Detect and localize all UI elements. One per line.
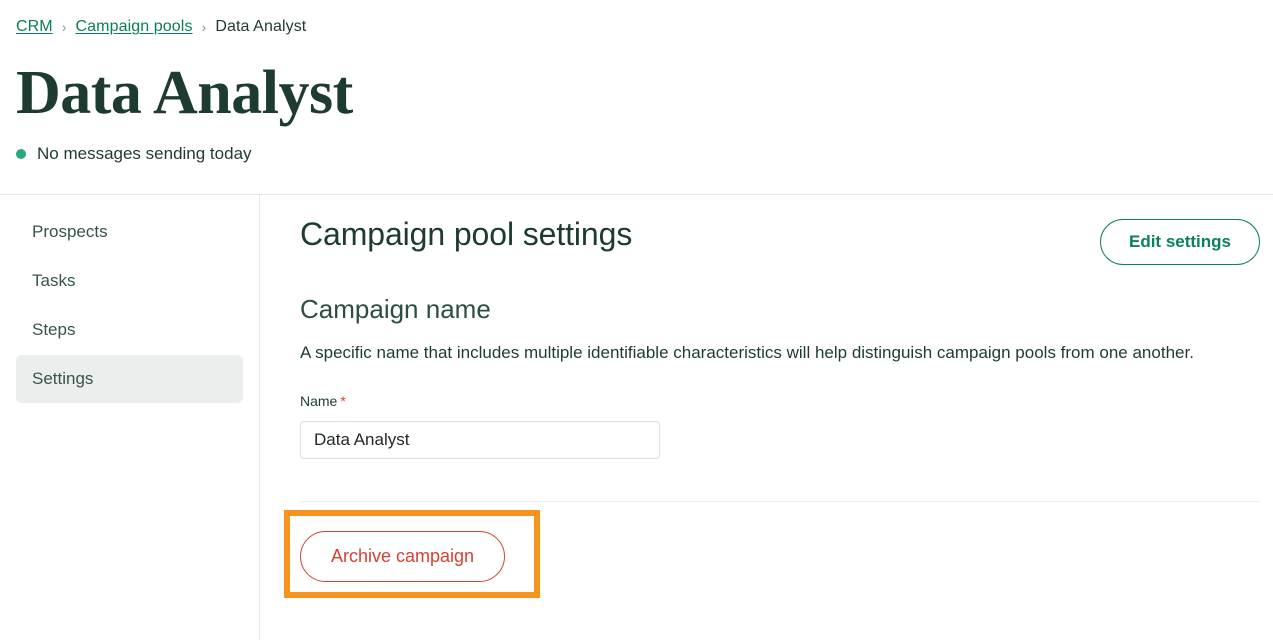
breadcrumb-item-campaign-pools[interactable]: Campaign pools xyxy=(76,17,193,37)
sidebar: Prospects Tasks Steps Settings xyxy=(0,195,260,640)
body-area: Prospects Tasks Steps Settings Campaign … xyxy=(0,194,1273,640)
name-field-label: Name * xyxy=(300,393,346,409)
sidebar-item-label: Steps xyxy=(32,320,76,339)
sidebar-item-label: Prospects xyxy=(32,222,108,241)
name-label-text: Name xyxy=(300,393,338,409)
status-text: No messages sending today xyxy=(37,144,252,163)
breadcrumb-separator-icon: › xyxy=(61,19,67,35)
breadcrumb: CRM › Campaign pools › Data Analyst xyxy=(16,0,1257,37)
breadcrumb-item-current: Data Analyst xyxy=(215,18,307,35)
breadcrumb-item-crm[interactable]: CRM xyxy=(16,17,53,37)
section-title: Campaign pool settings xyxy=(300,216,633,252)
page-title: Data Analyst xyxy=(16,59,353,127)
sidebar-item-label: Settings xyxy=(32,369,94,388)
subsection-title: Campaign name xyxy=(300,294,491,324)
sidebar-item-prospects[interactable]: Prospects xyxy=(16,208,243,256)
archive-section: Archive campaign xyxy=(284,510,1260,598)
status-dot-icon xyxy=(16,149,26,159)
status-line: No messages sending today xyxy=(16,143,1257,165)
breadcrumb-separator-icon: › xyxy=(201,19,207,35)
sidebar-item-tasks[interactable]: Tasks xyxy=(16,257,243,305)
section-divider xyxy=(300,501,1260,502)
page-header: CRM › Campaign pools › Data Analyst Data… xyxy=(0,0,1273,194)
required-marker: * xyxy=(340,393,346,409)
help-text: A specific name that includes multiple i… xyxy=(300,343,1194,362)
sidebar-item-settings[interactable]: Settings xyxy=(16,355,243,403)
edit-settings-button[interactable]: Edit settings xyxy=(1099,219,1260,265)
content-header: Campaign pool settings Edit settings xyxy=(300,214,1260,265)
sidebar-item-steps[interactable]: Steps xyxy=(16,306,243,354)
sidebar-item-label: Tasks xyxy=(32,271,76,290)
archive-campaign-button[interactable]: Archive campaign xyxy=(300,531,506,582)
name-input[interactable] xyxy=(300,421,660,459)
main-content: Campaign pool settings Edit settings Cam… xyxy=(260,195,1273,640)
name-field-group: Name * xyxy=(300,392,1260,459)
